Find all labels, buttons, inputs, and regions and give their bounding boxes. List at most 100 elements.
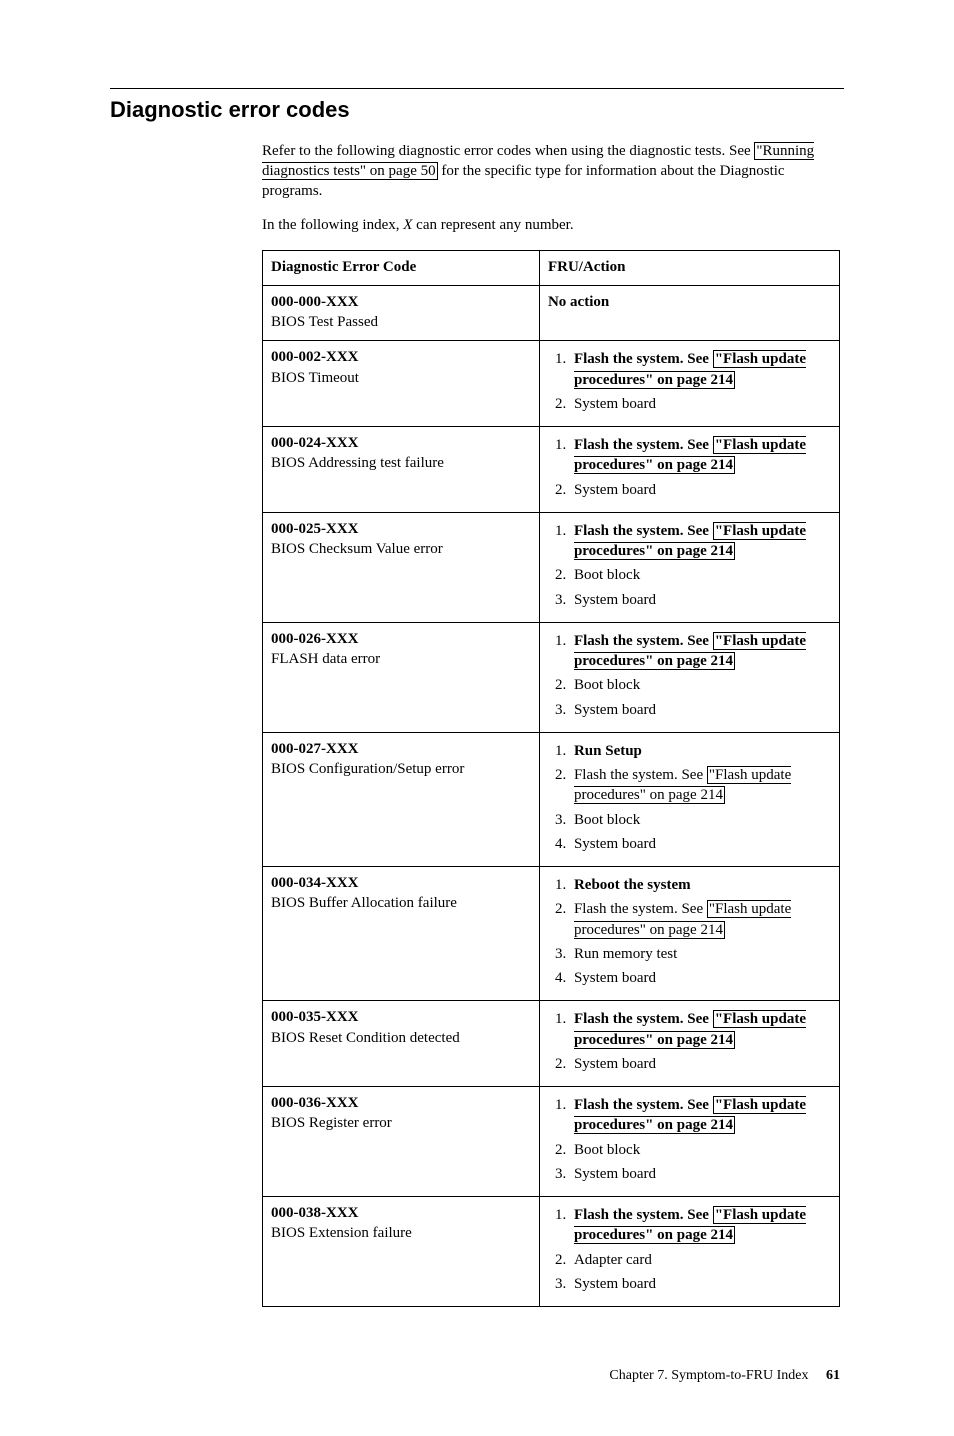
action-item: Flash the system. See "Flash update proc… — [570, 631, 831, 672]
error-code: 000-035-XXX — [271, 1009, 359, 1025]
action-item: System board — [570, 590, 831, 610]
action-item: Boot block — [570, 675, 831, 695]
error-desc: BIOS Addressing test failure — [271, 455, 444, 471]
action-text: System board — [574, 970, 656, 986]
footer-page-number: 61 — [826, 1368, 840, 1383]
error-code: 000-038-XXX — [271, 1205, 359, 1221]
action-item: Flash the system. See "Flash update proc… — [570, 1009, 831, 1050]
intro-paragraph: Refer to the following diagnostic error … — [262, 141, 840, 202]
error-code-cell: 000-038-XXX BIOS Extension failure — [263, 1197, 540, 1307]
action-flash-pre: Flash the system. See — [574, 767, 707, 783]
action-flash-text: Flash the system. See "Flash update proc… — [574, 436, 806, 474]
action-list: Flash the system. See "Flash update proc… — [548, 435, 831, 500]
action-cell: No action — [539, 285, 839, 341]
col-header-action: FRU/Action — [539, 250, 839, 285]
table-row: 000-026-XXX FLASH data error Flash the sys… — [263, 622, 840, 732]
action-list: Flash the system. See "Flash update proc… — [548, 349, 831, 414]
action-cell: Reboot the system Flash the system. See "… — [539, 867, 839, 1001]
intro-text-a: Refer to the following diagnostic error … — [262, 143, 754, 159]
action-flash-text: Flash the system. See "Flash update proc… — [574, 1010, 806, 1048]
index-note: In the following index, X can represent … — [262, 215, 840, 235]
error-code-cell: 000-000-XXX BIOS Test Passed — [263, 285, 540, 341]
error-code-cell: 000-027-XXX BIOS Configuration/Setup erro… — [263, 732, 540, 866]
action-cell: Flash the system. See "Flash update proc… — [539, 512, 839, 622]
error-desc: BIOS Register error — [271, 1115, 392, 1131]
action-flash-pre: Flash the system. See — [574, 523, 713, 539]
diagnostic-table: Diagnostic Error Code FRU/Action 000-000… — [262, 250, 840, 1308]
action-item: Run Setup — [570, 741, 831, 761]
action-text: Boot block — [574, 812, 640, 828]
action-item: Flash the system. See "Flash update proc… — [570, 899, 831, 940]
col-header-code: Diagnostic Error Code — [263, 250, 540, 285]
action-list: Flash the system. See "Flash update proc… — [548, 1095, 831, 1184]
error-code-cell: 000-026-XXX FLASH data error — [263, 622, 540, 732]
action-text: System board — [574, 1056, 656, 1072]
error-code: 000-034-XXX — [271, 875, 359, 891]
table-row: 000-000-XXX BIOS Test Passed No action — [263, 285, 840, 341]
error-desc: BIOS Configuration/Setup error — [271, 761, 464, 777]
action-text: Adapter card — [574, 1252, 652, 1268]
action-flash-text: Flash the system. See "Flash update proc… — [574, 1096, 806, 1134]
action-flash-pre: Flash the system. See — [574, 1011, 713, 1027]
error-code-cell: 000-024-XXX BIOS Addressing test failure — [263, 427, 540, 513]
top-rule — [110, 88, 844, 89]
action-item: System board — [570, 700, 831, 720]
action-text: System board — [574, 1276, 656, 1292]
action-text: No action — [548, 294, 609, 310]
action-list: Flash the system. See "Flash update proc… — [548, 1205, 831, 1294]
error-code-cell: 000-036-XXX BIOS Register error — [263, 1087, 540, 1197]
action-item: Run memory test — [570, 944, 831, 964]
error-code: 000-024-XXX — [271, 435, 359, 451]
action-item: Boot block — [570, 1140, 831, 1160]
action-text: Boot block — [574, 567, 640, 583]
error-desc: BIOS Timeout — [271, 370, 359, 386]
action-flash-text: Flash the system. See "Flash update proc… — [574, 1206, 806, 1244]
action-item: Reboot the system — [570, 875, 831, 895]
action-text: System board — [574, 482, 656, 498]
action-item: System board — [570, 394, 831, 414]
action-item: System board — [570, 1164, 831, 1184]
action-flash-text: Flash the system. See "Flash update proc… — [574, 350, 806, 388]
table-row: 000-038-XXX BIOS Extension failure Flash t… — [263, 1197, 840, 1307]
error-desc: BIOS Checksum Value error — [271, 541, 443, 557]
error-desc: BIOS Test Passed — [271, 314, 378, 330]
action-list: Reboot the system Flash the system. See "… — [548, 875, 831, 988]
table-row: 000-027-XXX BIOS Configuration/Setup erro… — [263, 732, 840, 866]
error-desc: BIOS Buffer Allocation failure — [271, 895, 457, 911]
table-row: 000-024-XXX BIOS Addressing test failure F… — [263, 427, 840, 513]
action-text: System board — [574, 702, 656, 718]
action-text: System board — [574, 396, 656, 412]
action-text: Run Setup — [574, 743, 642, 759]
action-item: Flash the system. See "Flash update proc… — [570, 1095, 831, 1136]
error-code: 000-036-XXX — [271, 1095, 359, 1111]
action-item: System board — [570, 1274, 831, 1294]
action-item: Flash the system. See "Flash update proc… — [570, 349, 831, 390]
action-list: Flash the system. See "Flash update proc… — [548, 631, 831, 720]
error-desc: BIOS Extension failure — [271, 1225, 412, 1241]
page-footer: Chapter 7. Symptom-to-FRU Index 61 — [110, 1367, 844, 1386]
error-code: 000-027-XXX — [271, 741, 359, 757]
note-pre: In the following index, — [262, 217, 403, 233]
error-code: 000-000-XXX — [271, 294, 359, 310]
error-code: 000-002-XXX — [271, 349, 359, 365]
action-item: Adapter card — [570, 1250, 831, 1270]
action-text: Boot block — [574, 677, 640, 693]
table-row: 000-035-XXX BIOS Reset Condition detected… — [263, 1001, 840, 1087]
error-code-cell: 000-034-XXX BIOS Buffer Allocation failur… — [263, 867, 540, 1001]
action-list: Flash the system. See "Flash update proc… — [548, 1009, 831, 1074]
action-flash-pre: Flash the system. See — [574, 901, 707, 917]
error-desc: FLASH data error — [271, 651, 380, 667]
action-flash-pre: Flash the system. See — [574, 351, 713, 367]
error-code: 000-026-XXX — [271, 631, 359, 647]
action-flash-text: Flash the system. See "Flash update proc… — [574, 900, 791, 938]
table-header-row: Diagnostic Error Code FRU/Action — [263, 250, 840, 285]
action-item: Flash the system. See "Flash update proc… — [570, 1205, 831, 1246]
action-item: Flash the system. See "Flash update proc… — [570, 521, 831, 562]
action-item: System board — [570, 968, 831, 988]
action-flash-text: Flash the system. See "Flash update proc… — [574, 522, 806, 560]
action-flash-text: Flash the system. See "Flash update proc… — [574, 632, 806, 670]
action-text: Reboot the system — [574, 877, 691, 893]
action-item: Flash the system. See "Flash update proc… — [570, 765, 831, 806]
table-row: 000-002-XXX BIOS Timeout Flash the system.… — [263, 341, 840, 427]
error-desc: BIOS Reset Condition detected — [271, 1030, 460, 1046]
